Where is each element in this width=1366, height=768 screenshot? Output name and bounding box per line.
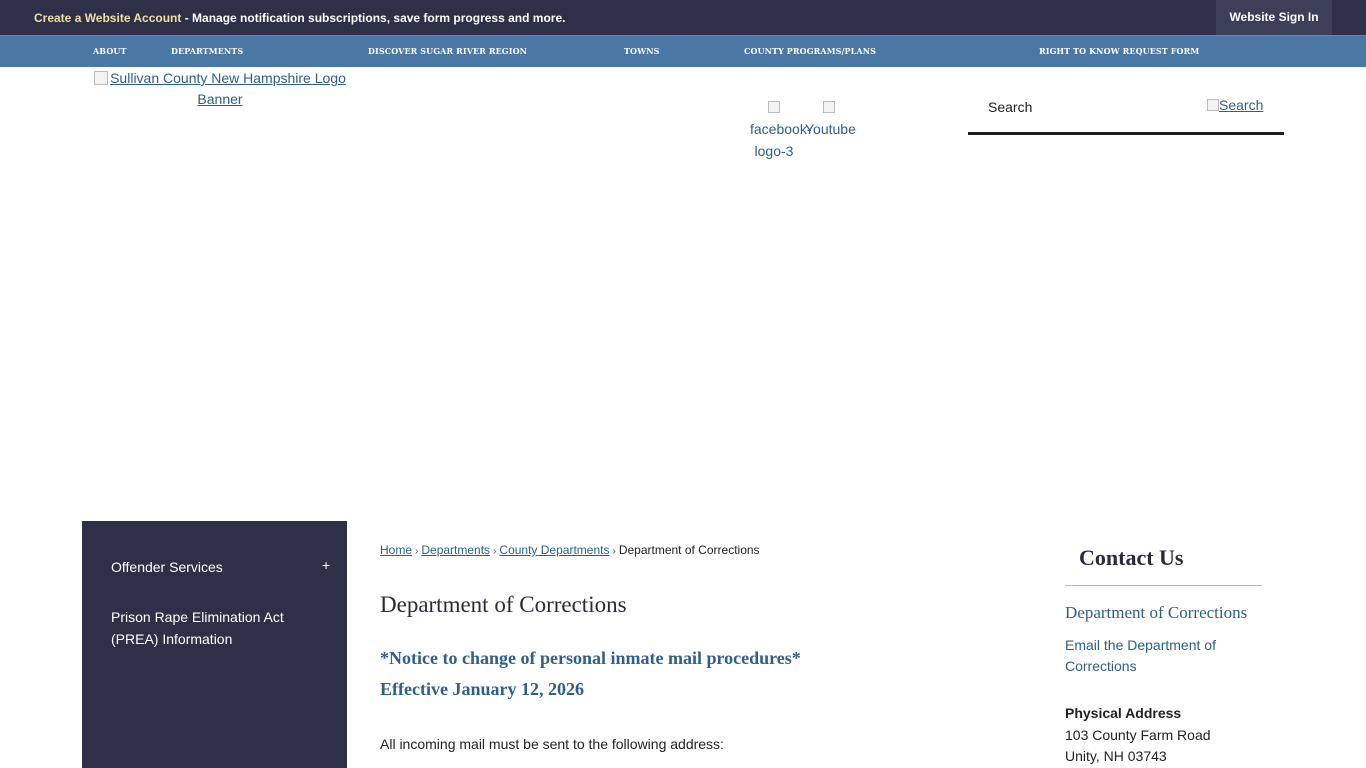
site-search: Search bbox=[968, 90, 1284, 135]
search-icon bbox=[1207, 99, 1219, 111]
breadcrumb-departments[interactable]: Departments bbox=[421, 543, 490, 557]
expand-plus-icon[interactable]: + bbox=[322, 557, 330, 573]
account-promo-text: - Manage notification subscriptions, sav… bbox=[181, 11, 566, 25]
sidebar-item-prea-information[interactable]: Prison Rape Elimination Act (PREA) Infor… bbox=[111, 606, 311, 650]
sidebar-nav: Offender Services + Prison Rape Eliminat… bbox=[82, 521, 347, 768]
youtube-alt-text: Youtube bbox=[805, 121, 856, 137]
breadcrumb: Home › Departments › County Departments › Depa… bbox=[380, 543, 760, 557]
nav-item-discover-sugar-river-region[interactable]: DISCOVER SUGAR RIVER REGION bbox=[368, 46, 527, 56]
page-title: Department of Corrections bbox=[380, 592, 627, 617]
sidebar-item-offender-services[interactable]: Offender Services bbox=[111, 556, 311, 578]
breadcrumb-separator-icon: › bbox=[493, 546, 497, 557]
facebook-link[interactable]: facebook-logo-3 bbox=[750, 96, 811, 162]
address-line-1: 103 County Farm Road bbox=[1065, 727, 1211, 743]
website-sign-in-button[interactable]: Website Sign In bbox=[1216, 0, 1332, 35]
search-button[interactable]: Search bbox=[1207, 97, 1263, 113]
contact-department-name: Department of Corrections bbox=[1065, 603, 1248, 622]
create-account-link[interactable]: Create a Website Account bbox=[34, 11, 181, 25]
search-button-alt: Search bbox=[1219, 97, 1264, 113]
main-navigation: ABOUT DEPARTMENTS DISCOVER SUGAR RIVER R… bbox=[0, 35, 1366, 67]
notice-heading: *Notice to change of personal inmate mai… bbox=[380, 648, 801, 668]
address-line-2: Unity, NH 03743 bbox=[1065, 748, 1167, 764]
account-promo: Create a Website Account - Manage notifi… bbox=[34, 11, 565, 25]
breadcrumb-home[interactable]: Home bbox=[380, 543, 412, 557]
mail-instructions-text: All incoming mail must be sent to the fo… bbox=[380, 736, 724, 752]
nav-item-departments[interactable]: DEPARTMENTS bbox=[171, 46, 243, 56]
breadcrumb-separator-icon: › bbox=[612, 546, 616, 557]
physical-address-label: Physical Address bbox=[1065, 705, 1182, 721]
nav-item-right-to-know-request-form[interactable]: RIGHT TO KNOW REQUEST FORM bbox=[1039, 46, 1199, 56]
site-logo-link[interactable]: Sullivan County New Hampshire Logo Banne… bbox=[82, 68, 358, 110]
contact-divider bbox=[1065, 585, 1262, 586]
facebook-alt-text: facebook-logo-3 bbox=[750, 121, 812, 159]
breadcrumb-separator-icon: › bbox=[415, 546, 419, 557]
top-notification-bar: Create a Website Account - Manage notifi… bbox=[0, 0, 1366, 35]
breadcrumb-current: Department of Corrections bbox=[618, 543, 760, 557]
nav-item-about[interactable]: ABOUT bbox=[93, 46, 127, 56]
youtube-link[interactable]: Youtube bbox=[805, 96, 856, 140]
broken-image-icon bbox=[94, 71, 109, 85]
nav-item-towns[interactable]: TOWNS bbox=[624, 46, 660, 56]
breadcrumb-county-departments[interactable]: County Departments bbox=[499, 543, 609, 557]
broken-image-icon bbox=[768, 101, 780, 113]
search-input[interactable] bbox=[988, 96, 1168, 118]
contact-us-heading: Contact Us bbox=[1079, 545, 1184, 570]
nav-item-county-programs-plans[interactable]: COUNTY PROGRAMS/PLANS bbox=[744, 46, 876, 56]
logo-alt-text: Sullivan County New Hampshire Logo Banne… bbox=[110, 70, 346, 107]
broken-image-icon bbox=[823, 101, 835, 113]
email-department-link[interactable]: Email the Department of Corrections bbox=[1065, 635, 1255, 677]
notice-effective-date: Effective January 12, 2026 bbox=[380, 679, 584, 699]
